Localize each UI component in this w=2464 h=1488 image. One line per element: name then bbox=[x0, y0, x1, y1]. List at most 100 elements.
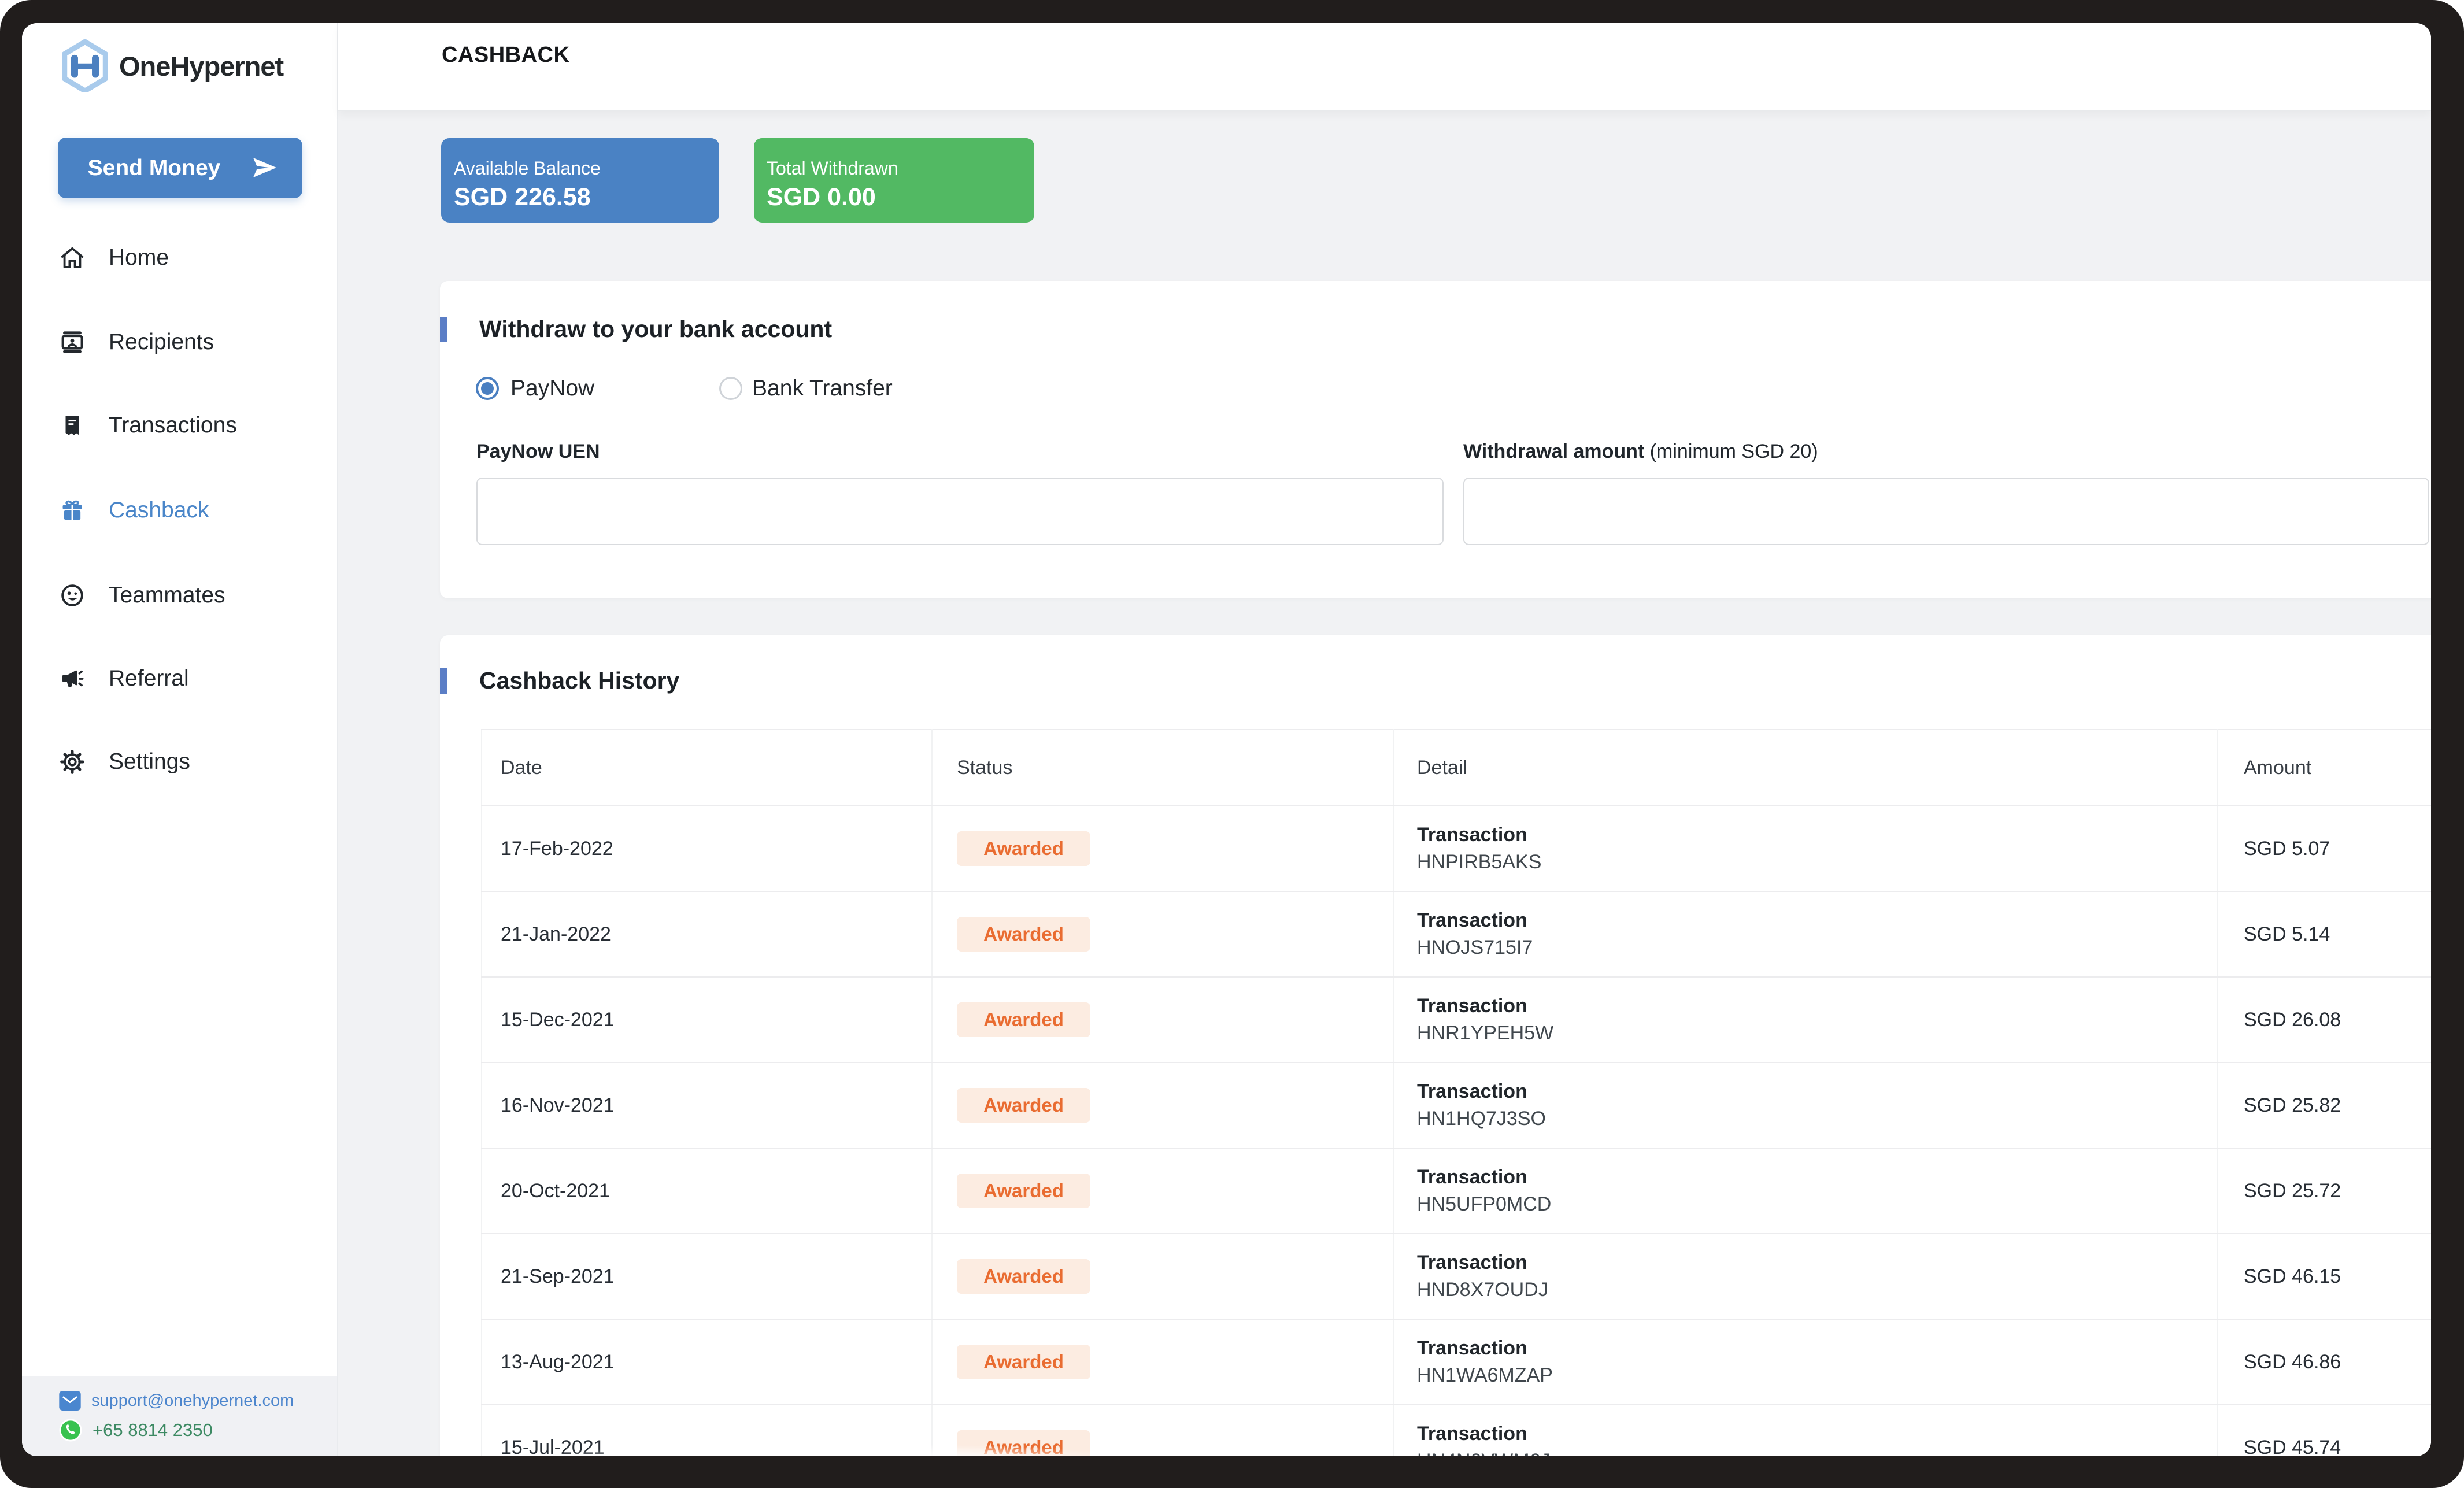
detail-cell: Transaction HNR1YPEH5W bbox=[1393, 977, 2217, 1063]
bank-transfer-radio[interactable] bbox=[719, 377, 742, 400]
amount-cell: SGD 25.72 bbox=[2217, 1148, 2431, 1234]
screenshot-stage: OneHypernet Send Money Home bbox=[0, 0, 2464, 1488]
transaction-id: HNR1YPEH5W bbox=[1417, 1022, 2216, 1045]
table-header-row: Date Status Detail Amount bbox=[482, 730, 2431, 806]
withdrawal-amount-label: Withdrawal amount (minimum SGD 20) bbox=[1463, 441, 1818, 463]
amount-cell: SGD 26.08 bbox=[2217, 977, 2431, 1063]
status-cell: Awarded bbox=[932, 806, 1393, 891]
sidebar-item-label: Settings bbox=[109, 749, 190, 775]
table-row: 17-Feb-2022 Awarded Transaction HNPIRB5A… bbox=[482, 806, 2431, 891]
sidebar-item-cashback[interactable]: Cashback bbox=[22, 480, 337, 541]
amount-cell: SGD 46.86 bbox=[2217, 1319, 2431, 1405]
status-cell: Awarded bbox=[932, 1148, 1393, 1234]
amount-text: SGD 5.14 bbox=[2244, 923, 2330, 945]
detail-type: Transaction bbox=[1417, 824, 2216, 846]
email-icon bbox=[59, 1391, 81, 1411]
page-title: CASHBACK bbox=[442, 43, 569, 68]
table-row: 15-Jul-2021 Awarded Transaction HN4N0VWM… bbox=[482, 1405, 2431, 1456]
status-badge: Awarded bbox=[957, 1345, 1090, 1379]
support-email-link[interactable]: support@onehypernet.com bbox=[22, 1391, 337, 1411]
date-cell: 15-Jul-2021 bbox=[482, 1405, 932, 1456]
recipients-icon bbox=[59, 329, 86, 356]
table-row: 16-Nov-2021 Awarded Transaction HN1HQ7J3… bbox=[482, 1063, 2431, 1148]
amount-text: SGD 26.08 bbox=[2244, 1009, 2341, 1031]
amount-text: SGD 45.74 bbox=[2244, 1437, 2341, 1457]
column-header-status: Status bbox=[932, 730, 1393, 806]
date-cell: 17-Feb-2022 bbox=[482, 806, 932, 891]
detail-cell: Transaction HN1WA6MZAP bbox=[1393, 1319, 2217, 1405]
transaction-id: HNOJS715I7 bbox=[1417, 937, 2216, 959]
date-cell: 20-Oct-2021 bbox=[482, 1148, 932, 1234]
amount-cell: SGD 46.15 bbox=[2217, 1234, 2431, 1319]
paynow-radio-label[interactable]: PayNow bbox=[510, 376, 594, 401]
available-balance-label: Available Balance bbox=[454, 158, 601, 179]
date-cell: 21-Sep-2021 bbox=[482, 1234, 932, 1319]
date-cell: 15-Dec-2021 bbox=[482, 977, 932, 1063]
sidebar-footer: support@onehypernet.com +65 8814 2350 bbox=[22, 1376, 337, 1456]
section-accent-bar bbox=[440, 668, 447, 694]
detail-type: Transaction bbox=[1417, 909, 2216, 932]
referral-megaphone-icon bbox=[59, 665, 86, 692]
date-cell: 16-Nov-2021 bbox=[482, 1063, 932, 1148]
amount-cell: SGD 5.14 bbox=[2217, 891, 2431, 977]
sidebar-item-label: Transactions bbox=[109, 413, 237, 438]
whatsapp-icon bbox=[59, 1419, 82, 1442]
withdraw-title: Withdraw to your bank account bbox=[479, 316, 832, 343]
amount-text: SGD 25.82 bbox=[2244, 1094, 2341, 1116]
date-cell: 13-Aug-2021 bbox=[482, 1319, 932, 1405]
transaction-id: HN4N0VWM6J bbox=[1417, 1450, 2216, 1456]
bank-transfer-radio-label[interactable]: Bank Transfer bbox=[752, 376, 893, 401]
column-header-amount: Amount bbox=[2217, 730, 2431, 806]
status-cell: Awarded bbox=[932, 1063, 1393, 1148]
sidebar-item-referral[interactable]: Referral bbox=[22, 649, 337, 709]
paynow-uen-input[interactable] bbox=[476, 478, 1444, 545]
detail-cell: Transaction HN4N0VWM6J bbox=[1393, 1405, 2217, 1456]
transaction-id: HN1HQ7J3SO bbox=[1417, 1108, 2216, 1130]
total-withdrawn-card: Total Withdrawn SGD 0.00 bbox=[754, 138, 1034, 223]
total-withdrawn-value: SGD 0.00 bbox=[767, 183, 876, 212]
support-phone-link[interactable]: +65 8814 2350 bbox=[22, 1419, 337, 1442]
table-row: 21-Jan-2022 Awarded Transaction HNOJS715… bbox=[482, 891, 2431, 977]
hexagon-logo-icon bbox=[60, 39, 110, 92]
paynow-radio[interactable] bbox=[476, 377, 499, 400]
withdrawal-amount-label-main: Withdrawal amount bbox=[1463, 441, 1644, 462]
table-row: 15-Dec-2021 Awarded Transaction HNR1YPEH… bbox=[482, 977, 2431, 1063]
amount-text: SGD 5.07 bbox=[2244, 838, 2330, 860]
content-area: Available Balance SGD 226.58 Total Withd… bbox=[338, 111, 2431, 1456]
date-cell: 21-Jan-2022 bbox=[482, 891, 932, 977]
paper-plane-icon bbox=[249, 154, 279, 182]
main-area: CASHBACK Available Balance SGD 226.58 To… bbox=[338, 23, 2431, 1456]
date-text: 13-Aug-2021 bbox=[501, 1351, 615, 1373]
sidebar-item-label: Referral bbox=[109, 666, 189, 691]
available-balance-card: Available Balance SGD 226.58 bbox=[441, 138, 719, 223]
sidebar-item-teammates[interactable]: Teammates bbox=[22, 565, 337, 625]
cashback-history-title: Cashback History bbox=[479, 667, 679, 694]
withdrawal-amount-input[interactable] bbox=[1463, 478, 2429, 545]
sidebar-item-label: Teammates bbox=[109, 583, 225, 608]
transaction-id: HN5UFP0MCD bbox=[1417, 1193, 2216, 1216]
sidebar-item-recipients[interactable]: Recipients bbox=[22, 312, 337, 372]
sidebar-item-settings[interactable]: Settings bbox=[22, 732, 337, 792]
date-text: 20-Oct-2021 bbox=[501, 1180, 610, 1202]
cashback-history-panel: Cashback History Date Status Detail bbox=[440, 635, 2431, 1456]
amount-cell: SGD 25.82 bbox=[2217, 1063, 2431, 1148]
status-badge: Awarded bbox=[957, 1088, 1090, 1123]
status-cell: Awarded bbox=[932, 1234, 1393, 1319]
brand-logo[interactable]: OneHypernet bbox=[60, 34, 283, 98]
brand-name: OneHypernet bbox=[119, 50, 283, 82]
section-accent-bar bbox=[440, 317, 447, 342]
date-text: 16-Nov-2021 bbox=[501, 1094, 615, 1116]
table-row: 20-Oct-2021 Awarded Transaction HN5UFP0M… bbox=[482, 1148, 2431, 1234]
status-badge: Awarded bbox=[957, 1002, 1090, 1037]
date-text: 21-Jan-2022 bbox=[501, 923, 611, 945]
table-row: 13-Aug-2021 Awarded Transaction HN1WA6MZ… bbox=[482, 1319, 2431, 1405]
status-badge: Awarded bbox=[957, 1259, 1090, 1294]
detail-cell: Transaction HND8X7OUDJ bbox=[1393, 1234, 2217, 1319]
table-row: 21-Sep-2021 Awarded Transaction HND8X7OU… bbox=[482, 1234, 2431, 1319]
send-money-button[interactable]: Send Money bbox=[58, 138, 302, 198]
date-text: 15-Dec-2021 bbox=[501, 1009, 615, 1031]
sidebar-item-home[interactable]: Home bbox=[22, 228, 337, 288]
sidebar-item-label: Cashback bbox=[109, 498, 209, 523]
teammates-face-icon bbox=[59, 582, 86, 609]
sidebar-item-transactions[interactable]: Transactions bbox=[22, 395, 337, 456]
